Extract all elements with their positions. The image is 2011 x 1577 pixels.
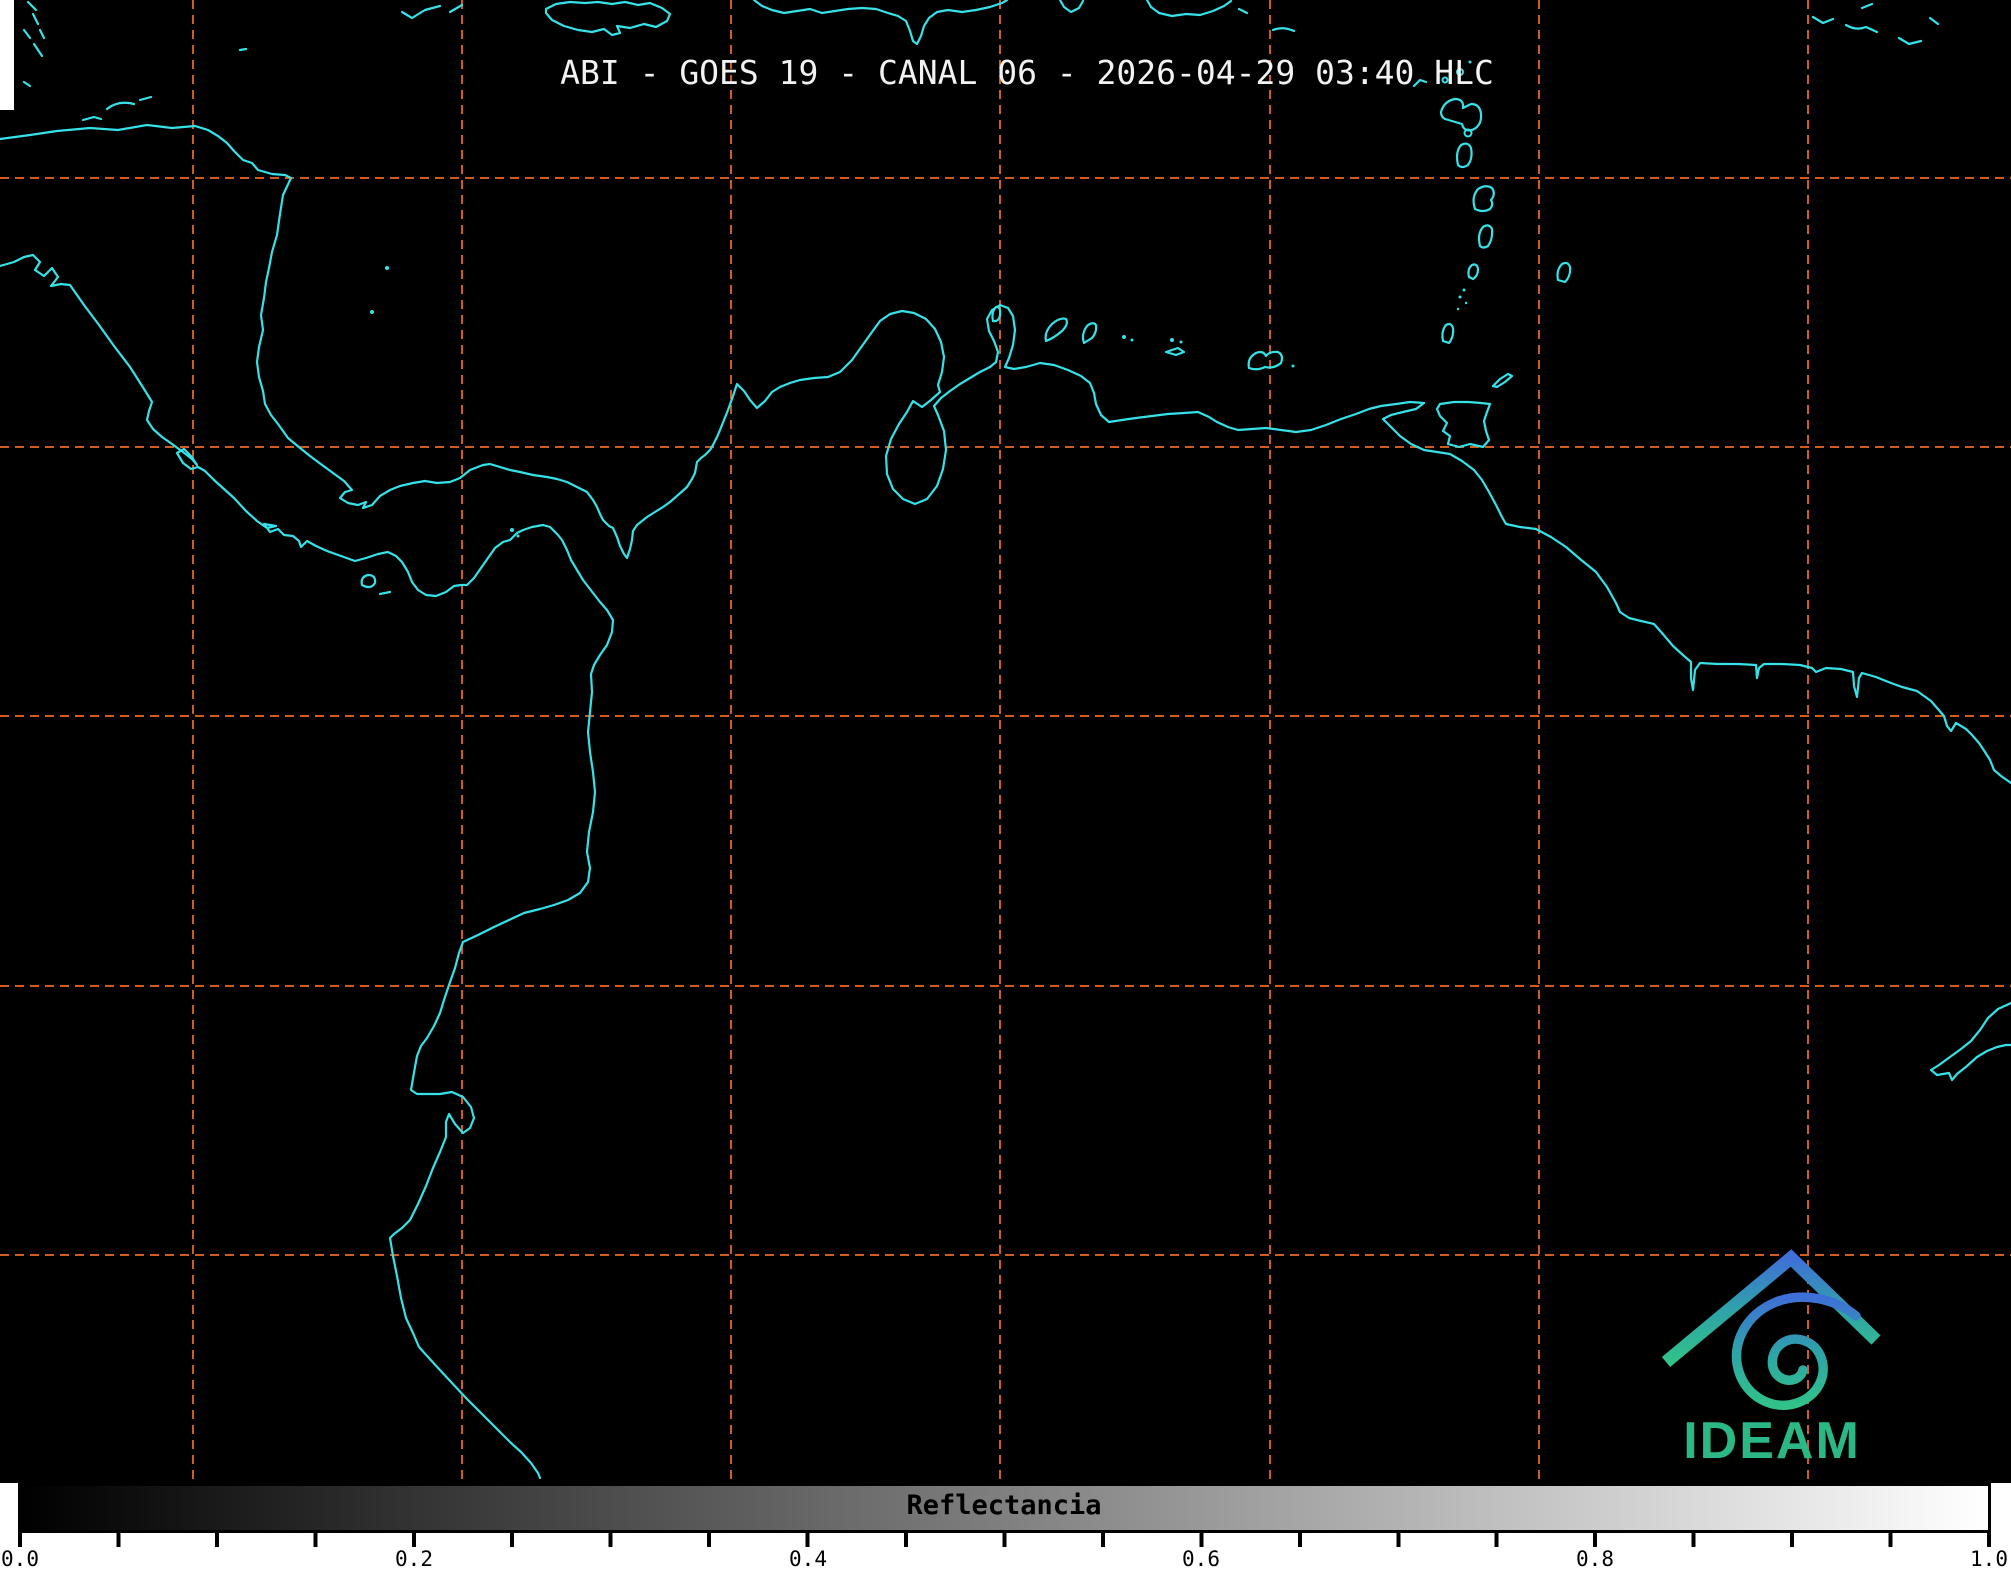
frame-edge-notch [0,0,14,110]
small-island-dots [370,60,1473,538]
colorbar-tick-label: 0.0 [1,1547,39,1571]
lesser-antilles-islands [1412,78,1572,345]
jamaica-coastline [544,0,672,37]
hispaniola-coastline [752,0,1085,46]
colorbar-ticks [18,1533,1992,1547]
colorbar-tick-label: 1.0 [1970,1547,2008,1571]
brazil-coast-corner [1929,1001,2011,1082]
northeast-island-fragments [1811,2,1940,46]
ideam-hurricane-spiral-icon [1731,1292,1861,1410]
colorbar-tick-label: 0.4 [789,1547,827,1571]
belize-cays [22,0,248,88]
ideam-logo: IDEAM [1661,1249,1881,1470]
pacific-coastline [0,253,615,1480]
puerto-rico-coastline [1145,0,1296,33]
satellite-image-viewport: ABI - GOES 19 - CANAL 06 - 2026-04-29 03… [0,0,2011,1577]
coiba-island [360,573,392,596]
colorbar-tick-label: 0.6 [1182,1547,1220,1571]
image-title: ABI - GOES 19 - CANAL 06 - 2026-04-29 03… [560,53,1494,92]
bay-islands [81,95,153,122]
colorbar-tick-label: 0.8 [1576,1547,1614,1571]
colorbar-tick-label: 0.2 [395,1547,433,1571]
colorbar: Reflectancia 0.0 0.2 0.4 0.6 0.8 1.0 [0,1483,2011,1577]
ideam-logo-text: IDEAM [1683,1412,1861,1470]
trinidad-tobago-coastline [1435,372,1514,449]
cuba-fragments [400,3,464,20]
venezuelan-islands [991,305,1284,371]
caribbean-south-america-coastline [0,123,2011,785]
colorbar-label: Reflectancia [906,1490,1102,1521]
